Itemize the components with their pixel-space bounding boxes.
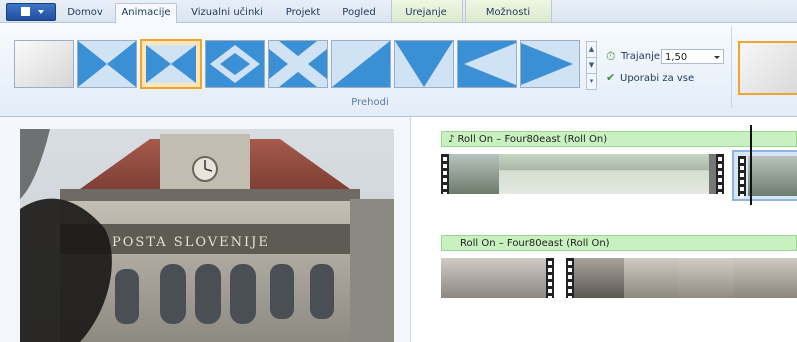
transition-none[interactable] [14, 40, 74, 88]
video-frame-image: POSTA SLOVENIJE [20, 129, 394, 342]
clip-frame [734, 258, 797, 298]
transitions-gallery [10, 39, 585, 94]
transition-v-shape[interactable] [394, 40, 454, 88]
transitions-group-label: Prehodi [351, 97, 389, 108]
gallery-more-button[interactable]: ▾ [586, 73, 597, 90]
transition-bowtie-icon [78, 41, 136, 87]
transition-arrow-right[interactable] [520, 40, 580, 88]
pan-zoom-gallery-item[interactable] [738, 41, 797, 95]
video-clip-3[interactable] [441, 258, 554, 298]
transition-cross-icon [269, 41, 327, 87]
tab-pogled[interactable]: Pogled [339, 5, 379, 21]
film-sprocket-left [738, 156, 746, 198]
storyboard-pane: ♪ Roll On – Four80east (Roll On) Roll On… [411, 117, 797, 342]
tab-vizualni-ucinki[interactable]: Vizualni učinki [186, 5, 268, 21]
clip-frame [748, 156, 797, 196]
dropdown-arrow-icon [38, 10, 44, 14]
transition-arrow-right-icon [521, 41, 579, 87]
ribbon-group-separator [731, 26, 732, 108]
transition-none-icon [15, 41, 73, 87]
stopwatch-icon: ⏱ [606, 49, 616, 63]
transition-diagonal-icon [332, 41, 390, 87]
duration-value: 1,50 [665, 52, 688, 63]
transition-hourglass-icon [142, 41, 200, 87]
clip-frame [499, 154, 709, 194]
tab-urejanje[interactable]: Urejanje [398, 5, 454, 21]
transition-crossfade[interactable] [77, 40, 137, 88]
ribbon-tab-bar: Domov Animacije Vizualni učinki Projekt … [0, 0, 797, 24]
video-clip-2-selected[interactable] [732, 150, 797, 201]
clip-frame [449, 154, 499, 194]
application-menu-button[interactable] [6, 3, 56, 21]
clip-frame [679, 258, 734, 298]
clip-frame [441, 258, 546, 298]
video-preview[interactable]: POSTA SLOVENIJE [20, 129, 394, 342]
duration-label: Trajanje: [621, 51, 664, 62]
gallery-scroll-up-button[interactable]: ▲ [586, 41, 597, 58]
transition-diamond-icon [206, 41, 264, 87]
clip-frame [624, 258, 679, 298]
transition-diagonal[interactable] [331, 40, 391, 88]
chevron-down-icon [714, 56, 720, 59]
tab-projekt[interactable]: Projekt [281, 5, 325, 21]
tab-domov[interactable]: Domov [65, 5, 105, 21]
tab-moznosti[interactable]: Možnosti [478, 5, 538, 21]
transition-selected[interactable] [140, 39, 202, 89]
transition-v-icon [395, 41, 453, 87]
transition-arrow-left[interactable] [457, 40, 517, 88]
clip-frame [574, 258, 624, 298]
gallery-scroll-down-button[interactable]: ▼ [586, 57, 597, 74]
apply-to-all-button[interactable]: Uporabi za vse [620, 73, 694, 84]
transition-diamond[interactable] [205, 40, 265, 88]
video-clip-4[interactable] [566, 258, 797, 298]
film-sprocket-right [546, 258, 554, 298]
audio-track-clip-2[interactable]: Roll On – Four80east (Roll On) [441, 235, 797, 251]
ribbon-animacije: ▲ ▼ ▾ ⏱ Trajanje: 1,50 ✔ Uporabi za vse … [0, 23, 797, 117]
film-sprocket-left [441, 154, 449, 194]
film-sprocket-left [566, 258, 574, 298]
document-icon [21, 7, 30, 16]
transition-cross[interactable] [268, 40, 328, 88]
film-sprocket-right [716, 154, 724, 194]
playhead[interactable] [750, 125, 752, 205]
video-clip-1[interactable] [441, 154, 724, 194]
tab-animacije[interactable]: Animacije [115, 3, 177, 24]
video-sign-text: POSTA SLOVENIJE [112, 235, 270, 250]
preview-pane: POSTA SLOVENIJE [0, 117, 411, 342]
transition-arrow-left-icon [458, 41, 516, 87]
duration-combobox[interactable]: 1,50 [661, 49, 724, 64]
apply-all-icon: ✔ [606, 71, 616, 84]
audio-track-clip-1[interactable]: ♪ Roll On – Four80east (Roll On) [441, 131, 797, 147]
